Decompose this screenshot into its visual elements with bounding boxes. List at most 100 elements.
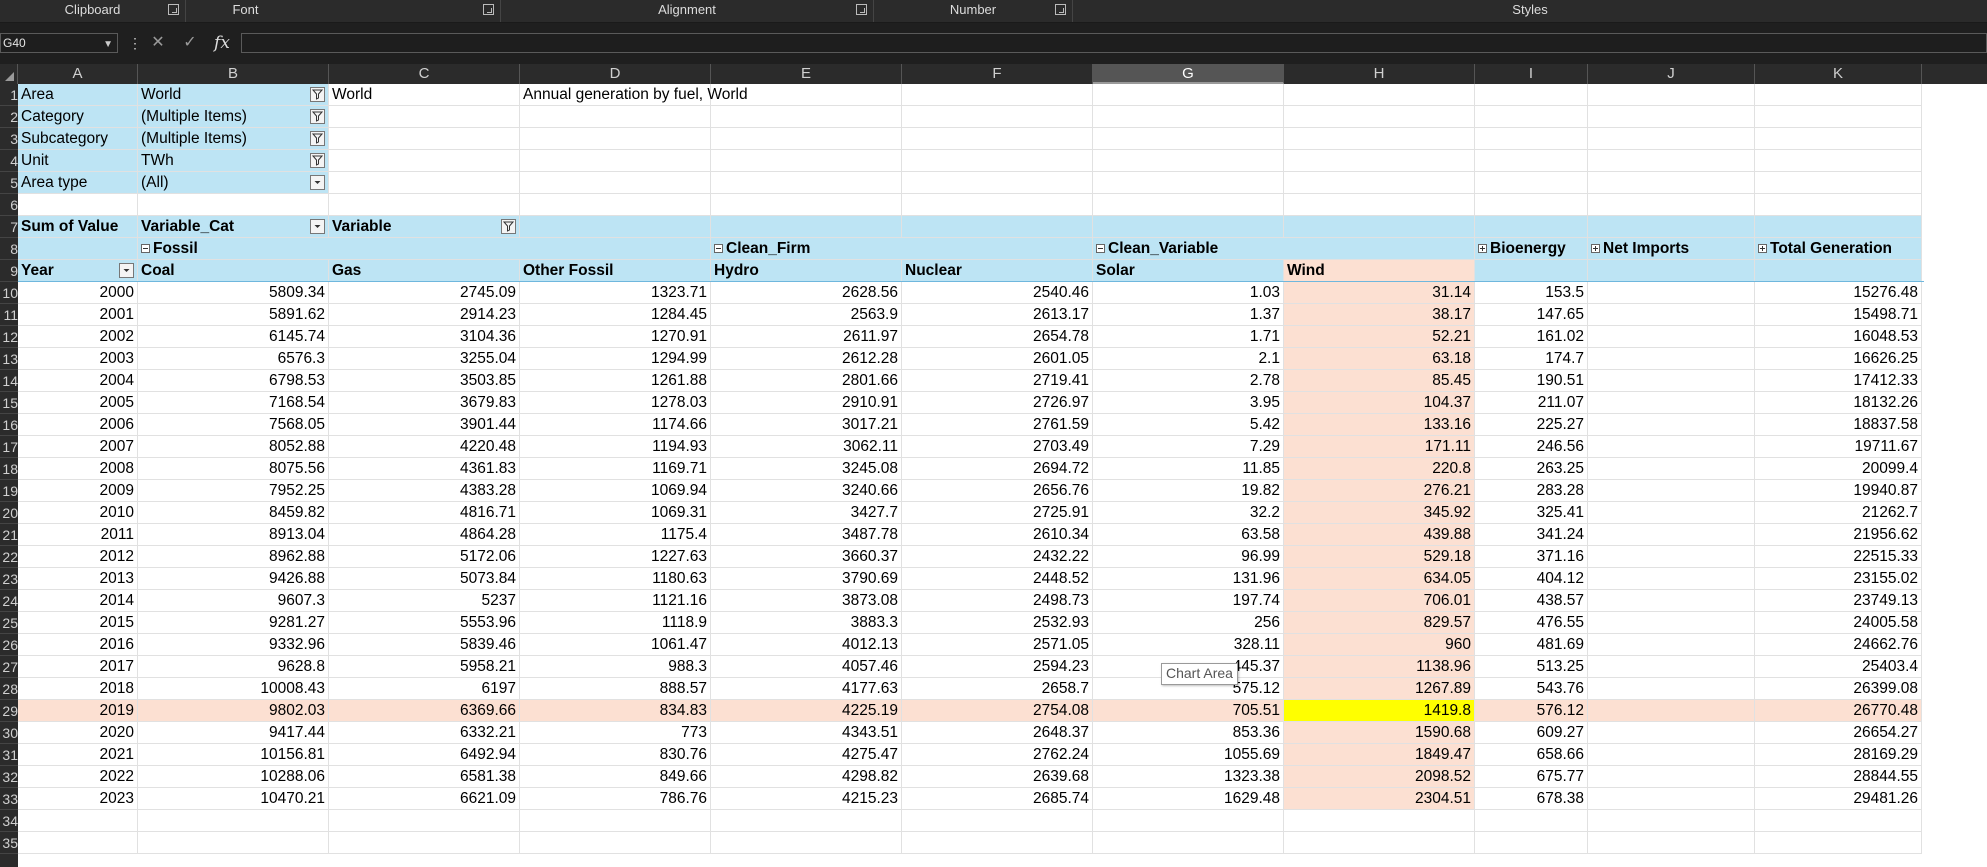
column-header-a[interactable]: A	[18, 64, 138, 84]
empty-cell[interactable]	[329, 810, 520, 832]
value-cell[interactable]	[1588, 370, 1755, 392]
value-cell[interactable]: 2611.97	[711, 326, 902, 348]
cancel-icon[interactable]: ✕	[147, 33, 169, 53]
empty-cell[interactable]	[1093, 106, 1284, 128]
value-cell[interactable]: 9281.27	[138, 612, 329, 634]
empty-cell[interactable]	[1475, 84, 1588, 106]
empty-cell[interactable]	[1588, 810, 1755, 832]
column-header-k[interactable]: K	[1755, 64, 1922, 84]
value-cell[interactable]: 2725.91	[902, 502, 1093, 524]
row-header-31[interactable]: 31	[0, 744, 18, 766]
value-cell[interactable]: 988.3	[520, 656, 711, 678]
value-cell[interactable]	[1588, 524, 1755, 546]
variable-header-nuclear[interactable]: Nuclear	[902, 260, 1093, 282]
value-cell[interactable]: 1138.96	[1284, 656, 1475, 678]
empty-cell[interactable]	[1588, 128, 1755, 150]
value-cell[interactable]: 3883.3	[711, 612, 902, 634]
column-header-g[interactable]: G	[1093, 64, 1284, 84]
empty-cell[interactable]	[18, 832, 138, 854]
value-cell[interactable]: 481.69	[1475, 634, 1588, 656]
value-cell[interactable]: 2563.9	[711, 304, 902, 326]
row-field-year[interactable]: Year	[18, 260, 138, 282]
value-cell[interactable]: 1069.31	[520, 502, 711, 524]
value-cell[interactable]: 104.37	[1284, 392, 1475, 414]
value-cell[interactable]: 8962.88	[138, 546, 329, 568]
empty-cell[interactable]	[1755, 106, 1922, 128]
empty-cell[interactable]	[711, 810, 902, 832]
value-cell[interactable]: 1.37	[1093, 304, 1284, 326]
value-cell[interactable]: 2532.93	[902, 612, 1093, 634]
value-cell[interactable]: 174.7	[1475, 348, 1588, 370]
empty-cell[interactable]	[1475, 150, 1588, 172]
value-cell[interactable]: 3.95	[1093, 392, 1284, 414]
value-cell[interactable]: 5891.62	[138, 304, 329, 326]
column-header-b[interactable]: B	[138, 64, 329, 84]
value-cell[interactable]: 1061.47	[520, 634, 711, 656]
value-cell[interactable]: 341.24	[1475, 524, 1588, 546]
year-cell[interactable]: 2005	[18, 392, 138, 414]
row-header-3[interactable]: 3	[0, 128, 18, 150]
value-cell[interactable]: 4275.47	[711, 744, 902, 766]
empty-cell[interactable]	[902, 106, 1093, 128]
value-cell[interactable]: 29481.26	[1755, 788, 1922, 810]
value-cell[interactable]: 404.12	[1475, 568, 1588, 590]
value-cell[interactable]: 10470.21	[138, 788, 329, 810]
empty-cell[interactable]	[1588, 194, 1755, 216]
row-header-18[interactable]: 18	[0, 458, 18, 480]
enter-check-icon[interactable]: ✓	[179, 33, 201, 53]
value-cell[interactable]: 1069.94	[520, 480, 711, 502]
column-header-j[interactable]: J	[1588, 64, 1755, 84]
value-cell[interactable]: 2703.49	[902, 436, 1093, 458]
value-cell[interactable]: 133.16	[1284, 414, 1475, 436]
value-cell[interactable]: 1175.4	[520, 524, 711, 546]
variable-header-other-fossil[interactable]: Other Fossil	[520, 260, 711, 282]
year-cell[interactable]: 2021	[18, 744, 138, 766]
empty-cell[interactable]	[1093, 194, 1284, 216]
row-header-12[interactable]: 12	[0, 326, 18, 348]
select-all-button[interactable]	[0, 64, 18, 84]
pivot-header-cell[interactable]	[902, 216, 1093, 238]
value-cell[interactable]: 6576.3	[138, 348, 329, 370]
value-cell[interactable]: 5073.84	[329, 568, 520, 590]
value-cell[interactable]: 5958.21	[329, 656, 520, 678]
empty-cell[interactable]	[1284, 150, 1475, 172]
sum-of-value-label[interactable]: Sum of Value	[18, 216, 138, 238]
value-cell[interactable]: 1180.63	[520, 568, 711, 590]
column-header-e[interactable]: E	[711, 64, 902, 84]
row-header-7[interactable]: 7	[0, 216, 18, 238]
group-total-generation[interactable]: Total Generation	[1755, 238, 1922, 260]
row-header-13[interactable]: 13	[0, 348, 18, 370]
empty-cell[interactable]	[520, 832, 711, 854]
year-cell[interactable]: 2015	[18, 612, 138, 634]
empty-cell[interactable]	[902, 172, 1093, 194]
value-cell[interactable]: 4298.82	[711, 766, 902, 788]
empty-cell[interactable]	[1093, 128, 1284, 150]
value-cell[interactable]	[1588, 766, 1755, 788]
row-header-24[interactable]: 24	[0, 590, 18, 612]
value-cell[interactable]: 2656.76	[902, 480, 1093, 502]
value-cell[interactable]: 773	[520, 722, 711, 744]
pivot-header-cell[interactable]	[1284, 216, 1475, 238]
cells-area[interactable]: Area World World Annual generation by fuel,…	[18, 84, 1987, 867]
value-cell[interactable]: 21956.62	[1755, 524, 1922, 546]
empty-cell[interactable]	[1755, 172, 1922, 194]
value-cell[interactable]: 4816.71	[329, 502, 520, 524]
collapse-icon[interactable]	[714, 244, 723, 253]
empty-cell[interactable]	[711, 128, 902, 150]
value-cell[interactable]: 3240.66	[711, 480, 902, 502]
row-header-20[interactable]: 20	[0, 502, 18, 524]
value-cell[interactable]: 4057.46	[711, 656, 902, 678]
value-cell[interactable]	[1588, 700, 1755, 722]
value-cell[interactable]: 3062.11	[711, 436, 902, 458]
name-box[interactable]: G40 ▼	[0, 33, 118, 53]
empty-cell[interactable]	[329, 150, 520, 172]
empty-cell[interactable]	[711, 832, 902, 854]
value-cell[interactable]: 220.8	[1284, 458, 1475, 480]
empty-cell[interactable]	[1475, 172, 1588, 194]
value-cell[interactable]: 147.65	[1475, 304, 1588, 326]
empty-cell[interactable]	[1284, 832, 1475, 854]
value-cell[interactable]: 96.99	[1093, 546, 1284, 568]
value-cell[interactable]: 439.88	[1284, 524, 1475, 546]
filter-field-value[interactable]: (Multiple Items)	[138, 106, 329, 128]
value-cell[interactable]: 7168.54	[138, 392, 329, 414]
